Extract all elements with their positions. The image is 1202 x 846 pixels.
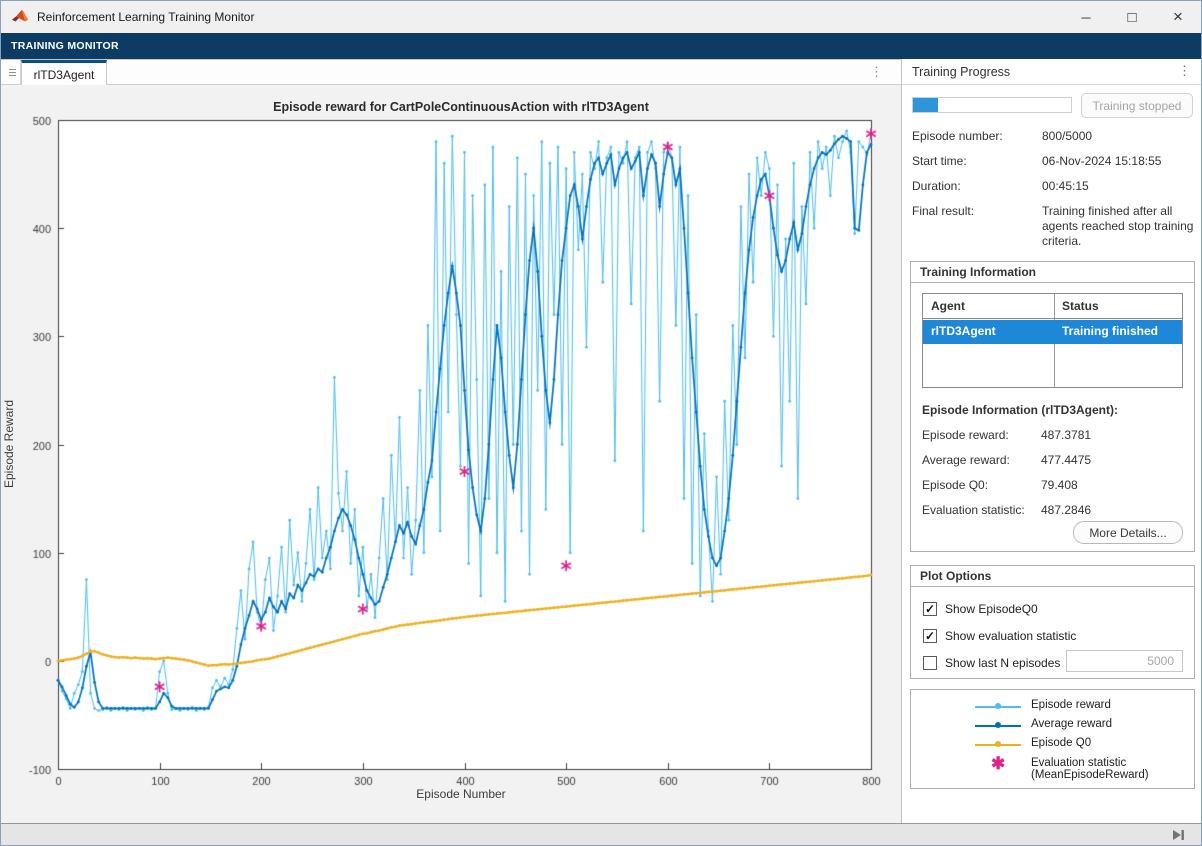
agent-column-header: Agent [931,299,965,313]
tab-training-monitor[interactable]: TRAINING MONITOR [11,40,119,52]
episode-q0-label: Episode Q0: [922,478,988,492]
minimize-icon[interactable]: ─ [1063,1,1109,33]
ribbon: TRAINING MONITOR [1,33,1201,59]
document-menu-icon[interactable]: ⋮ [870,64,883,80]
figure-area: Episode reward for CartPoleContinuousAct… [1,85,901,823]
status-cell: Training finished [1062,324,1158,338]
collapse-panel-icon[interactable] [1172,829,1185,841]
training-progress-panel: Training Progress ⋮ Training stopped Epi… [902,59,1202,823]
legend-label: Average reward [1031,718,1112,730]
more-details-button[interactable]: More Details... [1073,521,1183,544]
close-icon[interactable]: × [1155,1,1201,33]
n-episodes-input[interactable] [1066,650,1183,672]
duration-label: Duration: [912,179,961,193]
chart-title: Episode reward for CartPoleContinuousAct… [1,100,921,114]
app-window: Reinforcement Learning Training Monitor … [0,0,1202,846]
title-bar: Reinforcement Learning Training Monitor … [1,1,1201,33]
agent-status-table: Agent Status rlTD3Agent Training finishe… [922,293,1183,388]
legend-label-line1: Evaluation statistic [1031,757,1126,769]
legend-item-evaluation: ✱ Evaluation statistic (MeanEpisodeRewar… [911,756,1194,786]
legend-label: Episode reward [1031,699,1111,711]
table-row[interactable]: rlTD3Agent Training finished [923,320,1182,344]
show-last-n-label: Show last N episodes [945,656,1060,670]
matlab-icon [11,8,29,26]
average-reward-dot-swatch [995,722,1001,728]
start-time-label: Start time: [912,154,967,168]
show-episodeq0-checkbox[interactable]: ✓ [923,602,937,616]
legend-label: Evaluation statistic (MeanEpisodeReward) [1031,757,1149,781]
maximize-icon[interactable]: □ [1109,1,1155,33]
legend-label-line2: (MeanEpisodeReward) [1031,769,1149,781]
training-stopped-button[interactable]: Training stopped [1081,93,1193,118]
document-tab-strip: rlTD3Agent ⋮ [1,59,901,85]
episode-information-title: Episode Information (rlTD3Agent): [922,403,1118,417]
show-episodeq0-option[interactable]: ✓ Show EpisodeQ0 [923,602,1038,616]
legend-item-average-reward: Average reward [911,717,1194,735]
evaluation-asterisk-swatch: ✱ [991,754,1005,774]
legend-item-episode-q0: Episode Q0 [911,736,1194,754]
training-progress-bar [912,97,1072,113]
progress-fill [913,98,938,112]
duration-value: 00:45:15 [1042,179,1194,193]
show-last-n-checkbox[interactable] [923,656,937,670]
episode-reward-label: Episode reward: [922,428,1009,442]
window-title: Reinforcement Learning Training Monitor [37,10,254,24]
table-header-row: Agent Status [923,294,1182,319]
training-information-section: Training Information Agent Status rlTD3A… [910,261,1195,552]
average-reward-value: 477.4475 [1041,453,1091,467]
legend-label: Episode Q0 [1031,737,1091,749]
legend-item-episode-reward: Episode reward [911,698,1194,716]
episode-reward-value: 487.3781 [1041,428,1091,442]
show-episodeq0-label: Show EpisodeQ0 [945,602,1038,616]
episode-q0-value: 79.408 [1041,478,1078,492]
start-time-value: 06-Nov-2024 15:18:55 [1042,154,1194,168]
status-bar [1,823,1201,846]
panel-header: Training Progress ⋮ [902,59,1202,85]
panel-menu-icon[interactable]: ⋮ [1178,63,1191,79]
drag-handle-icon[interactable] [5,60,21,85]
episode-q0-dot-swatch [995,741,1001,747]
show-last-n-option[interactable]: Show last N episodes [923,656,1060,670]
legend-box: Episode reward Average reward Episode Q0… [910,689,1195,789]
final-result-label: Final result: [912,204,974,218]
panel-title: Training Progress [912,65,1010,79]
final-result-value: Training finished after all agents reach… [1042,204,1194,249]
y-axis-label: Episode Reward [2,389,16,499]
episode-number-value: 800/5000 [1042,129,1194,143]
average-reward-label: Average reward: [922,453,1010,467]
training-information-title: Training Information [911,262,1194,283]
episode-number-label: Episode number: [912,129,1003,143]
show-evaluation-checkbox[interactable]: ✓ [923,629,937,643]
agent-cell: rlTD3Agent [931,324,996,338]
show-evaluation-option[interactable]: ✓ Show evaluation statistic [923,629,1076,643]
plot-options-section: Plot Options ✓ Show EpisodeQ0 ✓ Show eva… [910,565,1195,679]
training-plot [1,85,901,823]
evaluation-statistic-value: 487.2846 [1041,503,1091,517]
show-evaluation-label: Show evaluation statistic [945,629,1076,643]
x-axis-label: Episode Number [1,787,921,801]
episode-reward-dot-swatch [995,703,1001,709]
status-column-header: Status [1062,299,1099,313]
tab-rltd3agent[interactable]: rlTD3Agent [21,60,107,86]
plot-options-title: Plot Options [911,566,1194,587]
evaluation-statistic-label: Evaluation statistic: [922,503,1025,517]
